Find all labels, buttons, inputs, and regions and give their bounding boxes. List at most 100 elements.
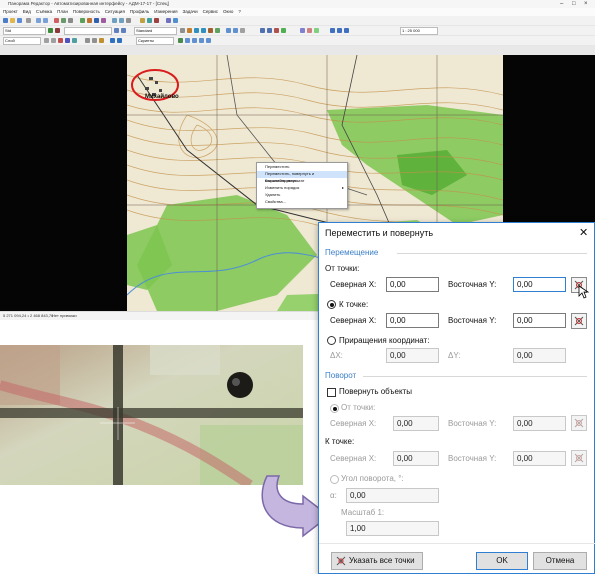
snap-icon[interactable] <box>140 18 145 23</box>
font-combo[interactable] <box>64 27 112 35</box>
scale-input[interactable]: 1,00 <box>346 521 439 536</box>
draw-g-icon[interactable] <box>92 38 97 43</box>
split-icon[interactable] <box>208 28 213 33</box>
rot-to-x-input[interactable]: 0,00 <box>393 451 439 466</box>
increments-radio[interactable] <box>327 336 336 345</box>
table-icon[interactable] <box>166 18 171 23</box>
merge-icon[interactable] <box>215 28 220 33</box>
edit-vertex-icon[interactable] <box>187 28 192 33</box>
menu-item-measure[interactable]: Измерения <box>154 8 177 16</box>
redo-icon[interactable] <box>43 18 48 23</box>
tool-h-icon[interactable] <box>300 28 305 33</box>
draw-j-icon[interactable] <box>117 38 122 43</box>
script-d-icon[interactable] <box>206 38 211 43</box>
menu-item-tasks[interactable]: Задачи <box>183 8 198 16</box>
tool-f-icon[interactable] <box>274 28 279 33</box>
ok-button[interactable]: OK <box>476 552 528 570</box>
angle-input[interactable]: 0,00 <box>346 488 439 503</box>
new-icon[interactable] <box>3 18 8 23</box>
rot-to-y-input[interactable]: 0,00 <box>513 451 566 466</box>
ctx-align[interactable]: Выровнять результат <box>257 178 347 185</box>
pan-icon[interactable] <box>126 18 131 23</box>
italic-icon[interactable] <box>121 28 126 33</box>
tool-j-icon[interactable] <box>314 28 319 33</box>
menu-item-survey[interactable]: Съёмка <box>36 8 52 16</box>
measure-icon[interactable] <box>154 18 159 23</box>
tool-g-icon[interactable] <box>281 28 286 33</box>
script-c-icon[interactable] <box>199 38 204 43</box>
menu-item-situation[interactable]: Ситуация <box>105 8 125 16</box>
to-point-radio[interactable] <box>327 300 336 309</box>
color-icon[interactable] <box>55 28 60 33</box>
undo-icon[interactable] <box>36 18 41 23</box>
ctx-move-rotate[interactable]: Переместить, повернуть и масштабировать.… <box>257 171 347 183</box>
pick-rot-from-button[interactable] <box>571 415 587 431</box>
ctx-delete[interactable]: Удалить <box>257 192 347 199</box>
tool-d-icon[interactable] <box>260 28 265 33</box>
save-icon[interactable] <box>17 18 22 23</box>
tool-l-icon[interactable] <box>337 28 342 33</box>
move-icon[interactable] <box>194 28 199 33</box>
ctx-properties[interactable]: Свойства... <box>257 199 347 206</box>
menu-item-view[interactable]: Вид <box>23 8 31 16</box>
menu-item-window[interactable]: Окно <box>223 8 233 16</box>
close-window-button[interactable]: × <box>584 0 588 8</box>
ctx-order[interactable]: Изменить порядок ▸ <box>257 185 347 192</box>
tool-m-icon[interactable] <box>344 28 349 33</box>
rot-from-x-input[interactable]: 0,00 <box>393 416 439 431</box>
settings-icon[interactable] <box>173 18 178 23</box>
standard-combo[interactable]: Standard <box>134 27 177 35</box>
draw-d-icon[interactable] <box>65 38 70 43</box>
script-b-icon[interactable] <box>192 38 197 43</box>
rot-from-y-input[interactable]: 0,00 <box>513 416 566 431</box>
to-x-input[interactable]: 0,00 <box>386 313 439 328</box>
style-icon[interactable] <box>48 28 53 33</box>
tool-a-icon[interactable] <box>226 28 231 33</box>
bold-icon[interactable] <box>114 28 119 33</box>
menu-item-plan[interactable]: План <box>57 8 68 16</box>
zoom-out-icon[interactable] <box>119 18 124 23</box>
tool-k-icon[interactable] <box>330 28 335 33</box>
run-icon[interactable] <box>178 38 183 43</box>
menu-item-project[interactable]: Проект <box>3 8 18 16</box>
line-icon[interactable] <box>94 18 99 23</box>
pick-rot-to-button[interactable] <box>571 450 587 466</box>
open-icon[interactable] <box>10 18 15 23</box>
scale-combo[interactable]: 1 : 25 000 <box>400 27 438 35</box>
menu-item-service[interactable]: Сервис <box>203 8 218 16</box>
to-y-input[interactable]: 0,00 <box>513 313 566 328</box>
zoom-in-icon[interactable] <box>112 18 117 23</box>
draw-e-icon[interactable] <box>72 38 77 43</box>
layer-icon[interactable] <box>80 18 85 23</box>
menu-item-profile[interactable]: Профиль <box>130 8 149 16</box>
ctx-move[interactable]: Переместить <box>257 164 347 171</box>
draw-c-icon[interactable] <box>58 38 63 43</box>
dy-input[interactable]: 0,00 <box>513 348 566 363</box>
draw-b-icon[interactable] <box>51 38 56 43</box>
close-icon[interactable]: ✕ <box>579 226 588 239</box>
paste-icon[interactable] <box>68 18 73 23</box>
rotate-objects-checkbox[interactable] <box>327 388 336 397</box>
pick-to-point-button[interactable] <box>571 313 587 329</box>
tool-c-icon[interactable] <box>240 28 245 33</box>
copy-icon[interactable] <box>61 18 66 23</box>
tool-e-icon[interactable] <box>267 28 272 33</box>
tool-i-icon[interactable] <box>307 28 312 33</box>
menu-item-surface[interactable]: Поверхность <box>73 8 100 16</box>
polygon-icon[interactable] <box>101 18 106 23</box>
point-icon[interactable] <box>87 18 92 23</box>
menu-item-help[interactable]: ? <box>238 8 241 16</box>
rotate-icon[interactable] <box>201 28 206 33</box>
style-combo[interactable]: Std <box>3 27 46 35</box>
from-y-input[interactable]: 0,00 <box>513 277 566 292</box>
angle-radio[interactable] <box>330 475 339 484</box>
layer-combo[interactable]: Слой <box>3 37 41 45</box>
cut-icon[interactable] <box>54 18 59 23</box>
grid-icon[interactable] <box>147 18 152 23</box>
select-icon[interactable] <box>180 28 185 33</box>
draw-a-icon[interactable] <box>44 38 49 43</box>
dx-input[interactable]: 0,00 <box>386 348 439 363</box>
draw-h-icon[interactable] <box>99 38 104 43</box>
cancel-button[interactable]: Отмена <box>533 552 587 570</box>
pick-all-points-button[interactable]: Указать все точки <box>331 552 423 570</box>
